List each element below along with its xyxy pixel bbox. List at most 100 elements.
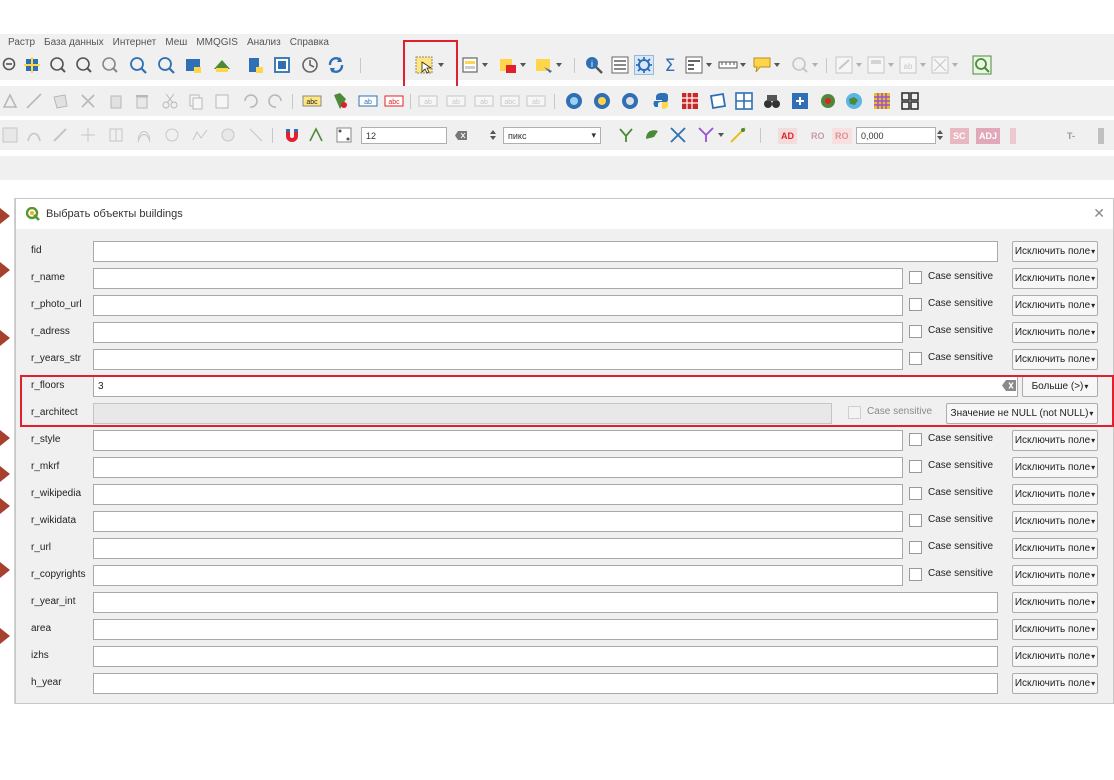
avoid-overlap-icon[interactable]	[728, 125, 748, 145]
snapping-units-select[interactable]: пикс ▾	[503, 127, 601, 144]
field-value-input[interactable]	[93, 538, 903, 559]
field-value-input[interactable]: 3	[93, 376, 1018, 397]
field-value-input[interactable]	[93, 349, 903, 370]
label-tool-icon[interactable]: abc	[302, 91, 322, 111]
case-sensitive-checkbox[interactable]	[909, 433, 922, 446]
chevron-down-icon[interactable]	[886, 55, 896, 75]
trash-icon[interactable]	[132, 91, 152, 111]
case-sensitive-checkbox[interactable]	[909, 568, 922, 581]
chevron-down-icon[interactable]	[704, 55, 714, 75]
chevron-down-icon[interactable]	[810, 55, 820, 75]
field-value-input[interactable]	[93, 241, 998, 262]
case-sensitive-checkbox[interactable]	[909, 325, 922, 338]
field-value-input[interactable]	[93, 295, 903, 316]
topological-editing-icon[interactable]	[696, 125, 716, 145]
field-value-input[interactable]	[93, 268, 903, 289]
chevron-down-icon[interactable]	[854, 55, 864, 75]
spinbox-arrows-icon[interactable]	[488, 125, 498, 145]
copy-icon[interactable]	[186, 91, 206, 111]
grid-table-icon[interactable]	[680, 91, 700, 111]
chevron-down-icon[interactable]	[554, 55, 564, 75]
binoculars-icon[interactable]	[762, 91, 782, 111]
menu-analysis[interactable]: Анализ	[247, 37, 281, 48]
field-operator-button[interactable]: Исключить поле ▾	[1012, 673, 1098, 694]
pan-icon[interactable]	[22, 55, 42, 75]
attribute-table-icon[interactable]	[610, 55, 630, 75]
spinbox-arrows-icon[interactable]	[934, 125, 946, 145]
annotation-html-icon[interactable]	[930, 55, 950, 75]
case-sensitive-checkbox[interactable]	[909, 271, 922, 284]
plugin-tiles-icon[interactable]	[900, 91, 920, 111]
field-value-input[interactable]	[93, 565, 903, 586]
zoom-full-icon[interactable]	[128, 55, 148, 75]
field-operator-button[interactable]: Больше (>) ▾	[1022, 376, 1098, 397]
reshape-icon[interactable]	[50, 125, 70, 145]
diagram-properties-icon[interactable]: ab	[526, 91, 546, 111]
menu-help[interactable]: Справка	[290, 37, 329, 48]
field-value-input[interactable]	[93, 592, 998, 613]
temporal-controller-icon[interactable]	[300, 55, 320, 75]
chevron-down-icon[interactable]	[518, 55, 528, 75]
snap-to-segment-icon[interactable]	[334, 125, 354, 145]
polygon-tool-icon[interactable]	[708, 91, 728, 111]
add-polygon-icon[interactable]	[50, 91, 70, 111]
add-wfs-icon[interactable]	[592, 91, 612, 111]
show-hide-label-icon[interactable]: abc	[384, 91, 404, 111]
field-value-input[interactable]	[93, 511, 903, 532]
field-operator-button[interactable]: Исключить поле ▾	[1012, 457, 1098, 478]
case-sensitive-checkbox[interactable]	[909, 460, 922, 473]
plugin-green-icon[interactable]	[818, 91, 838, 111]
field-operator-button[interactable]: Исключить поле ▾	[1012, 484, 1098, 505]
digitize-icon[interactable]	[0, 91, 20, 111]
tracing-icon[interactable]	[616, 125, 636, 145]
case-sensitive-checkbox[interactable]	[909, 541, 922, 554]
field-operator-button[interactable]: Исключить поле ▾	[1012, 268, 1098, 289]
self-snapping-icon[interactable]	[642, 125, 662, 145]
shape-digitize-icon[interactable]	[24, 125, 44, 145]
field-operator-button[interactable]: Значение не NULL (not NULL) ▾	[946, 403, 1098, 424]
menu-raster[interactable]: Растр	[8, 37, 35, 48]
refresh-icon[interactable]	[326, 55, 346, 75]
cad-ad-toggle[interactable]: AD	[778, 128, 797, 144]
clear-icon[interactable]	[454, 125, 468, 145]
field-calculator-icon[interactable]	[684, 55, 704, 75]
plugin-globe-icon[interactable]	[844, 91, 864, 111]
select-by-value-icon[interactable]	[460, 55, 480, 75]
undo-icon[interactable]	[240, 91, 260, 111]
select-location-icon[interactable]	[534, 55, 554, 75]
deselect-features-icon[interactable]	[498, 55, 518, 75]
cad-ro-second-toggle[interactable]: RO	[832, 128, 852, 144]
split-icon[interactable]	[78, 125, 98, 145]
field-operator-button[interactable]: Исключить поле ▾	[1012, 592, 1098, 613]
clear-icon[interactable]	[1002, 380, 1016, 391]
intersection-icon[interactable]	[668, 125, 688, 145]
processing-toolbox-icon[interactable]	[634, 55, 654, 75]
pin-label-icon[interactable]	[330, 91, 350, 111]
chevron-down-icon[interactable]	[480, 55, 490, 75]
case-sensitive-checkbox[interactable]	[909, 514, 922, 527]
cad-t-toggle[interactable]	[1098, 128, 1104, 144]
cad-extra-toggle[interactable]	[1010, 128, 1016, 144]
snap-vertex-icon[interactable]	[306, 125, 326, 145]
chevron-down-icon[interactable]	[950, 55, 960, 75]
add-wcs-icon[interactable]	[620, 91, 640, 111]
cad-angle-input[interactable]: 0,000	[856, 127, 936, 144]
simplify-icon[interactable]	[190, 125, 210, 145]
georeferencer-icon[interactable]	[790, 91, 810, 111]
statistics-sum-icon[interactable]: Σ	[660, 55, 680, 75]
chevron-down-icon[interactable]	[772, 55, 782, 75]
close-icon[interactable]: ✕	[1093, 205, 1105, 222]
vertex-tool-icon[interactable]	[78, 91, 98, 111]
fill-ring-icon[interactable]	[218, 125, 238, 145]
annotation-svg-icon[interactable]: ab	[898, 55, 918, 75]
add-wms-icon[interactable]	[564, 91, 584, 111]
redo-icon[interactable]	[266, 91, 286, 111]
menu-internet[interactable]: Интернет	[113, 37, 157, 48]
magnet-icon[interactable]	[282, 125, 302, 145]
add-line-icon[interactable]	[24, 91, 44, 111]
field-value-input[interactable]	[93, 430, 903, 451]
delete-selected-icon[interactable]	[106, 91, 126, 111]
python-console-icon[interactable]	[652, 91, 672, 111]
zoom-selection-icon[interactable]	[156, 55, 176, 75]
chevron-down-icon[interactable]	[716, 125, 726, 145]
